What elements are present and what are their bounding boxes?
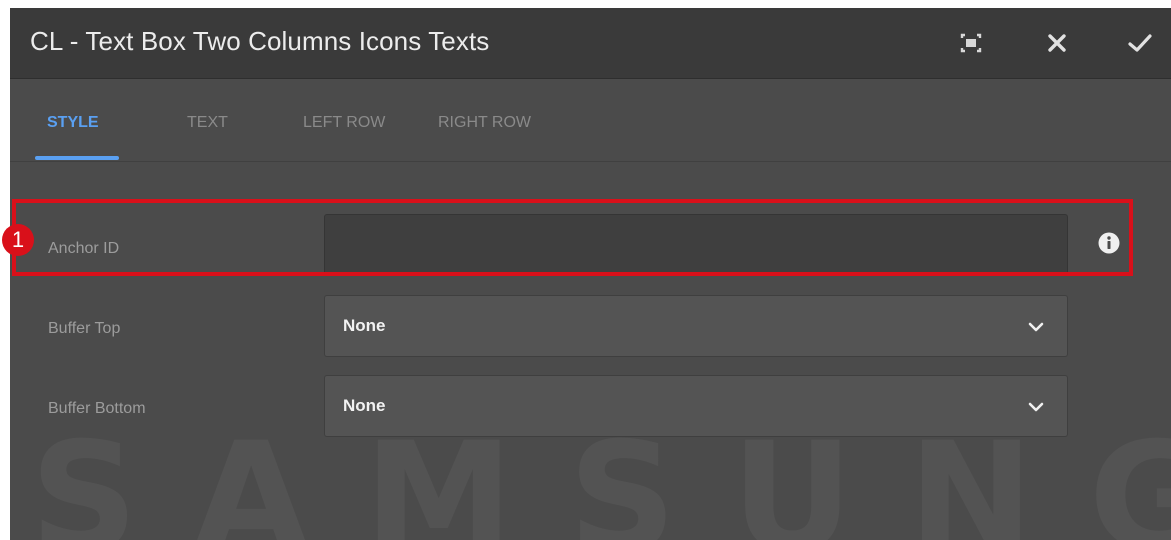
close-button[interactable] [1040,26,1074,60]
active-tab-indicator [35,156,119,160]
confirm-button[interactable] [1123,26,1157,60]
callout-badge: 1 [2,224,34,256]
tab-text[interactable]: TEXT [187,114,228,132]
dialog-title: CL - Text Box Two Columns Icons Texts [30,26,490,56]
fullscreen-icon [960,33,982,53]
tab-left-row[interactable]: LEFT ROW [303,114,385,132]
buffer-bottom-select[interactable]: None [324,375,1068,437]
check-icon [1128,34,1152,52]
watermark-logo: SAMSUNG [30,411,1171,540]
tab-right-row[interactable]: RIGHT ROW [438,114,531,132]
buffer-top-label: Buffer Top [48,320,121,337]
tab-bar: STYLE TEXT LEFT ROW RIGHT ROW [10,79,1171,162]
buffer-bottom-value: None [343,396,386,415]
buffer-bottom-label: Buffer Bottom [48,400,146,417]
fullscreen-button[interactable] [954,26,988,60]
dialog: SAMSUNG CL - Text Box Two Columns Icons … [10,8,1171,540]
anchor-id-input[interactable] [324,214,1068,276]
chevron-down-icon [1028,402,1044,412]
info-icon [1098,232,1120,254]
close-icon [1048,34,1066,52]
buffer-top-value: None [343,316,386,335]
tab-style[interactable]: STYLE [47,114,99,132]
chevron-down-icon [1028,322,1044,332]
buffer-top-select[interactable]: None [324,295,1068,357]
anchor-id-label: Anchor ID [48,240,120,257]
dialog-titlebar: CL - Text Box Two Columns Icons Texts [10,8,1171,79]
info-button[interactable] [1098,232,1120,259]
